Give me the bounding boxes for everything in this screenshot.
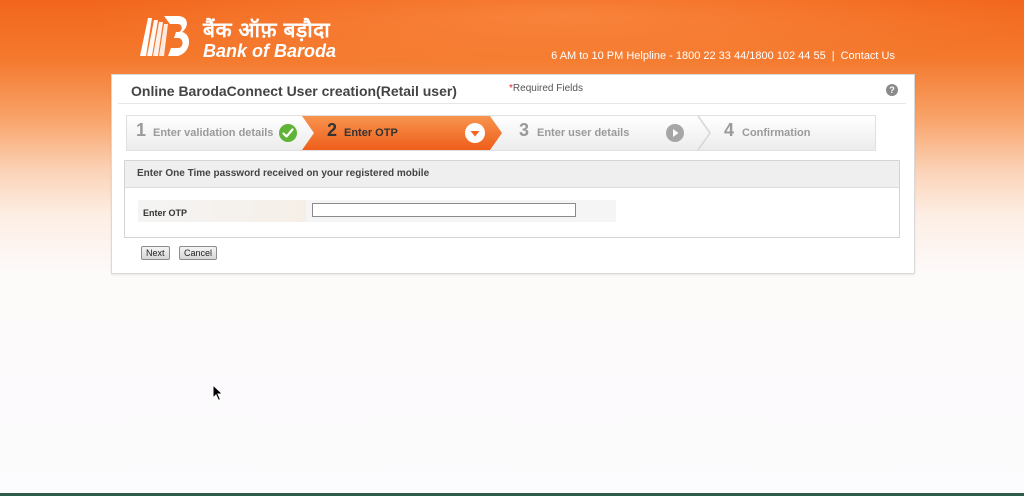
page-title: Online BarodaConnect User creation(Retai… xyxy=(131,83,457,99)
otp-section-heading: Enter One Time password received on your… xyxy=(125,161,899,188)
separator: | xyxy=(831,50,835,62)
check-circle-icon xyxy=(279,124,297,142)
step-number: 3 xyxy=(519,120,530,140)
top-info-bar: 6 AM to 10 PM Helpline - 1800 22 33 44/1… xyxy=(551,50,895,62)
step-confirmation: 4 Confirmation xyxy=(712,116,872,150)
progress-steps: 1 Enter validation details 2 Enter OTP 3… xyxy=(126,115,876,151)
bank-of-baroda-logo-icon xyxy=(140,16,190,56)
step-number: 2 xyxy=(327,120,338,140)
brand-english-name: Bank of Baroda xyxy=(203,41,337,61)
help-icon[interactable]: ? xyxy=(886,84,898,96)
otp-field-label: Enter OTP xyxy=(138,200,306,222)
otp-form-row: Enter OTP xyxy=(138,200,616,222)
step-validation: 1 Enter validation details xyxy=(127,116,302,150)
otp-input[interactable] xyxy=(312,203,576,217)
otp-section: Enter One Time password received on your… xyxy=(124,160,900,238)
step-label: Confirmation xyxy=(742,127,811,139)
step-divider-arrow xyxy=(697,116,711,150)
user-creation-panel: Online BarodaConnect User creation(Retai… xyxy=(111,74,915,274)
cancel-button[interactable]: Cancel xyxy=(179,246,218,260)
step-user-details: 3 Enter user details xyxy=(507,116,707,150)
bank-logo[interactable]: बैंक ऑफ़ बड़ौदा Bank of Baroda xyxy=(138,14,336,62)
chevron-right-circle-icon xyxy=(666,124,684,142)
mouse-cursor-icon xyxy=(212,384,224,402)
step-label: Enter validation details xyxy=(153,127,274,139)
required-fields-label: Required Fields xyxy=(512,83,583,94)
helpline-text: 6 AM to 10 PM Helpline - 1800 22 33 44/1… xyxy=(551,50,826,62)
step-number: 4 xyxy=(724,120,735,140)
title-divider xyxy=(118,103,906,104)
step-label: Enter OTP xyxy=(344,127,398,139)
next-button[interactable]: Next xyxy=(141,246,170,260)
brand-hindi-name: बैंक ऑफ़ बड़ौदा xyxy=(203,19,331,42)
step-number: 1 xyxy=(136,120,147,140)
step-enter-otp: 2 Enter OTP xyxy=(302,116,502,150)
chevron-down-circle-icon xyxy=(465,123,485,143)
required-fields-note: *Required Fields xyxy=(509,83,583,94)
step-label: Enter user details xyxy=(537,127,630,139)
contact-us-link[interactable]: Contact Us xyxy=(841,50,895,62)
